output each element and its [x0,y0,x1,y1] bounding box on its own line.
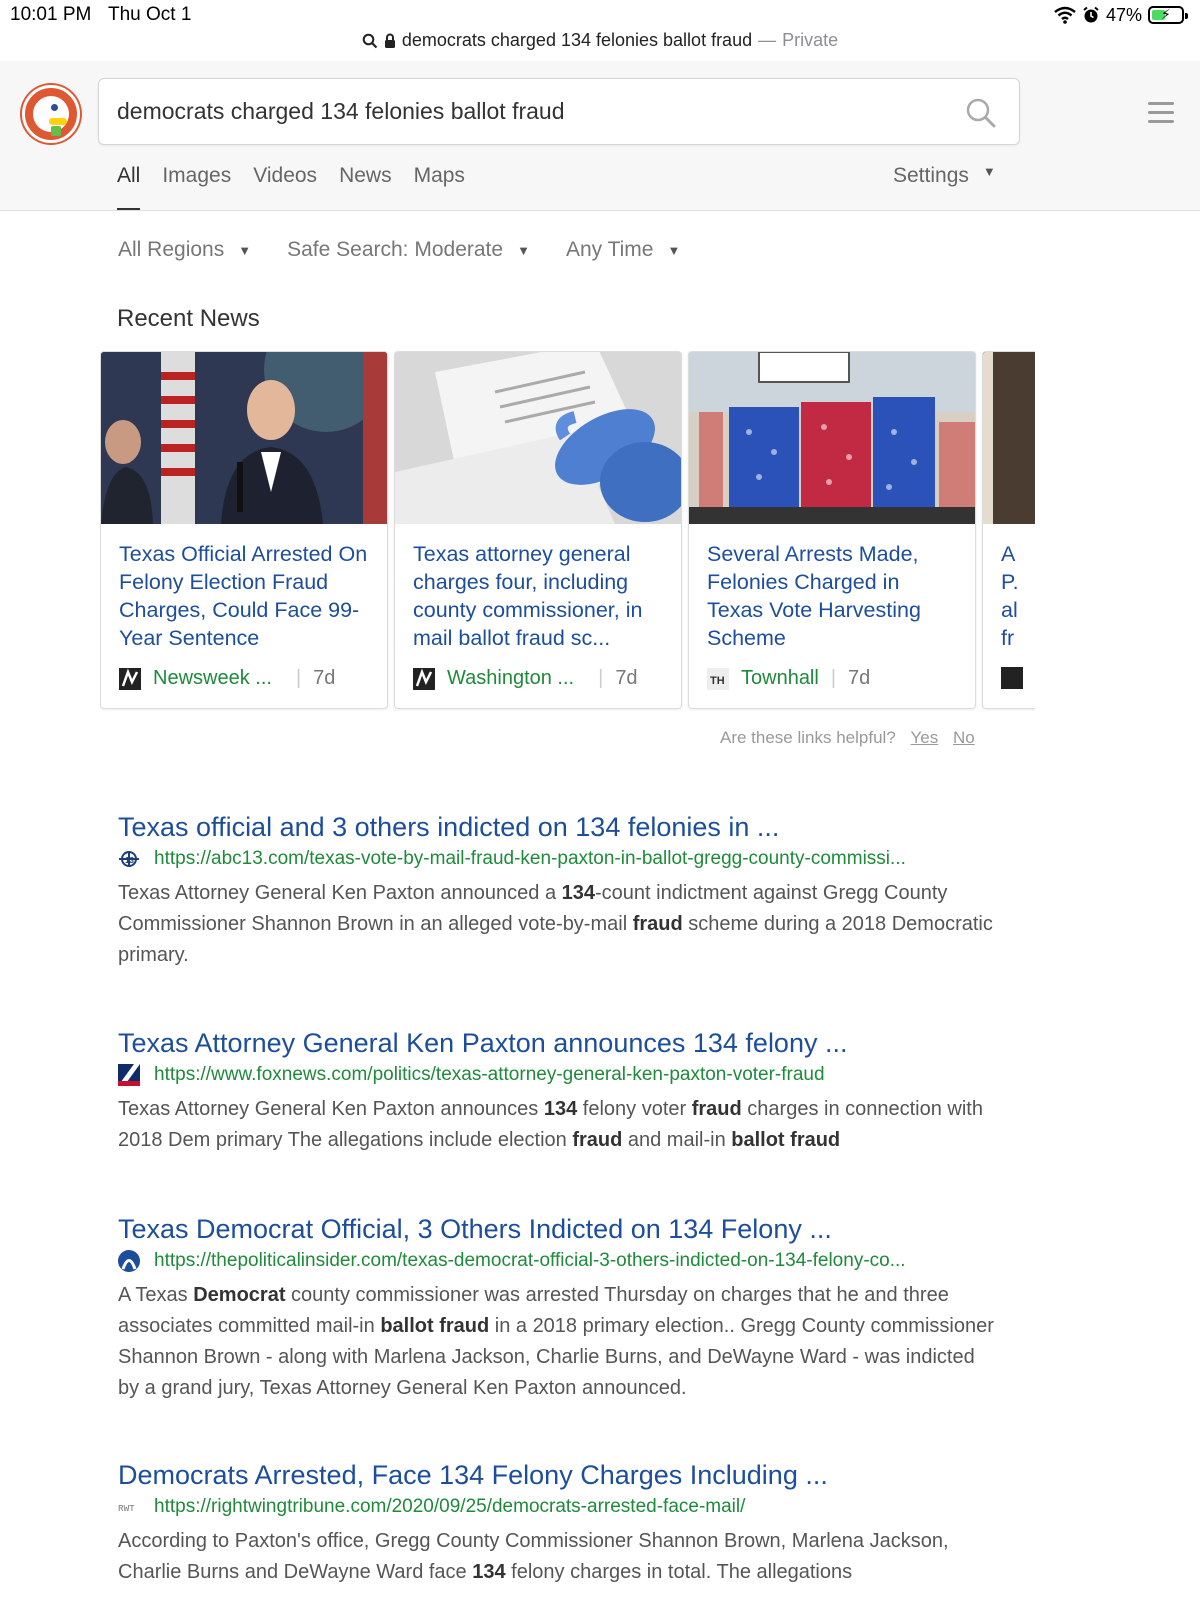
search-result: Democrats Arrested, Face 134 Felony Char… [118,1458,1018,1588]
news-age: 7d [313,667,336,689]
result-url: https://rightwingtribune.com/2020/09/25/… [154,1496,746,1517]
svg-text:13: 13 [125,856,134,865]
tab-videos[interactable]: Videos [253,164,317,210]
search-submit-icon[interactable] [965,97,997,129]
newsweek-icon [119,667,141,690]
result-snippet: Texas Attorney General Ken Paxton announ… [118,882,993,966]
result-url-link[interactable]: RWT https://rightwingtribune.com/2020/09… [118,1496,1018,1518]
status-indicators: 47% 0.47 ⚡ [1054,4,1188,26]
result-url-link[interactable]: 13 https://abc13.com/texas-vote-by-mail-… [118,848,1018,870]
region-filter[interactable]: All Regions ▼ [118,238,251,262]
news-source: Newsweek ... [153,667,272,689]
svg-text:RWT: RWT [118,1503,135,1514]
search-result: Texas Attorney General Ken Paxton announ… [118,1026,1018,1156]
result-title-link[interactable]: Texas Democrat Official, 3 Others Indict… [118,1212,1018,1246]
wifi-icon [1054,6,1076,24]
settings-dropdown[interactable]: Settings ▼ [893,164,996,188]
safe-search-label: Safe Search: Moderate [287,238,504,261]
feedback-question: Are these links helpful? [720,728,896,747]
townhall-icon: TH [707,667,729,690]
news-carousel: Texas Official Arrested On Felony Electi… [100,351,1035,711]
news-thumbnail [101,352,387,524]
news-card-title[interactable]: Texas attorney general charges four, inc… [413,540,665,652]
result-snippet: According to Paxton's office, Gregg Coun… [118,1530,949,1583]
news-card[interactable]: Several Arrests Made, Felonies Charged i… [688,351,976,709]
tab-all[interactable]: All [117,164,141,210]
news-card[interactable]: A P. al fr [982,351,1035,709]
rightwingtribune-favicon-icon: RWT [118,1503,135,1514]
search-tabs: All Images Videos News Maps [117,164,465,210]
political-insider-favicon-icon [118,1250,140,1272]
news-source: Washington ... [447,667,575,689]
abc13-favicon-icon: 13 [119,851,139,867]
feedback-no-link[interactable]: No [953,728,975,747]
svg-text:TH: TH [710,675,725,687]
washington-post-icon [413,667,435,690]
result-snippet: A Texas Democrat county commissioner was… [118,1284,994,1399]
news-card[interactable]: Texas Official Arrested On Felony Electi… [100,351,388,709]
feedback-prompt: Are these links helpful? Yes No [720,728,975,748]
feedback-yes-link[interactable]: Yes [911,728,939,747]
search-box[interactable] [98,78,1020,145]
time-filter-label: Any Time [565,238,654,261]
result-url-link[interactable]: https://thepoliticalinsider.com/texas-de… [118,1250,1018,1272]
alarm-icon [1083,6,1099,23]
address-separator: — [758,30,777,50]
private-label: Private [782,30,839,50]
result-url: https://abc13.com/texas-vote-by-mail-fra… [154,848,906,869]
time-filter[interactable]: Any Time ▼ [566,238,680,262]
settings-label: Settings [893,164,969,187]
tab-images[interactable]: Images [162,164,231,210]
news-age: 7d [615,667,638,689]
battery-icon: 0.47 ⚡ [1148,6,1188,24]
recent-news-heading: Recent News [117,305,260,332]
safe-search-filter[interactable]: Safe Search: Moderate ▼ [287,238,530,262]
tab-maps[interactable]: Maps [414,164,465,210]
charging-bolt-icon: ⚡ [1161,6,1171,22]
search-input[interactable] [117,79,937,144]
caret-down-icon: ▼ [238,242,252,258]
result-title-link[interactable]: Texas Attorney General Ken Paxton announ… [118,1026,1018,1060]
status-bar: 10:01 PM Thu Oct 1 47% 0.47 ⚡ [0,0,1200,30]
result-url: https://thepoliticalinsider.com/texas-de… [154,1250,906,1271]
caret-down-icon: ▼ [517,242,530,258]
caret-down-icon: ▼ [667,242,681,258]
result-title-link[interactable]: Democrats Arrested, Face 134 Felony Char… [118,1458,1018,1492]
news-source-icon [1001,667,1023,689]
news-thumbnail [395,352,681,524]
tab-news[interactable]: News [339,164,392,210]
news-thumbnail [689,352,975,524]
news-thumbnail [983,352,1035,524]
search-result: Texas official and 3 others indicted on … [118,810,1018,971]
news-card-title[interactable]: Several Arrests Made, Felonies Charged i… [707,540,959,652]
search-result: Texas Democrat Official, 3 Others Indict… [118,1212,1018,1404]
news-card[interactable]: Texas attorney general charges four, inc… [394,351,682,709]
news-source: Townhall [741,667,819,689]
fox-news-favicon-icon [118,1064,140,1086]
duckduckgo-logo[interactable] [22,85,80,143]
address-bar[interactable]: democrats charged 134 felonies ballot fr… [0,30,1200,56]
caret-down-icon: ▼ [982,164,996,179]
news-age: 7d [848,667,871,689]
result-title-link[interactable]: Texas official and 3 others indicted on … [118,810,1018,844]
result-snippet: Texas Attorney General Ken Paxton announ… [118,1098,983,1151]
status-date: Thu Oct 1 [108,4,192,25]
hamburger-menu-icon[interactable] [1148,102,1174,124]
news-card-title[interactable]: Texas Official Arrested On Felony Electi… [119,540,371,652]
search-icon [362,33,378,48]
search-header: All Images Videos News Maps Settings ▼ [0,61,1200,211]
result-url-link[interactable]: https://www.foxnews.com/politics/texas-a… [118,1064,1018,1086]
search-filters: All Regions ▼ Safe Search: Moderate ▼ An… [118,238,680,262]
lock-icon [384,33,395,48]
status-time: 10:01 PM [10,4,92,25]
news-card-title[interactable]: A P. al fr [1001,540,1035,652]
result-url: https://www.foxnews.com/politics/texas-a… [154,1064,825,1085]
region-filter-label: All Regions [118,238,225,261]
battery-percent: 47% [1105,4,1142,25]
address-query: democrats charged 134 felonies ballot fr… [401,30,753,50]
